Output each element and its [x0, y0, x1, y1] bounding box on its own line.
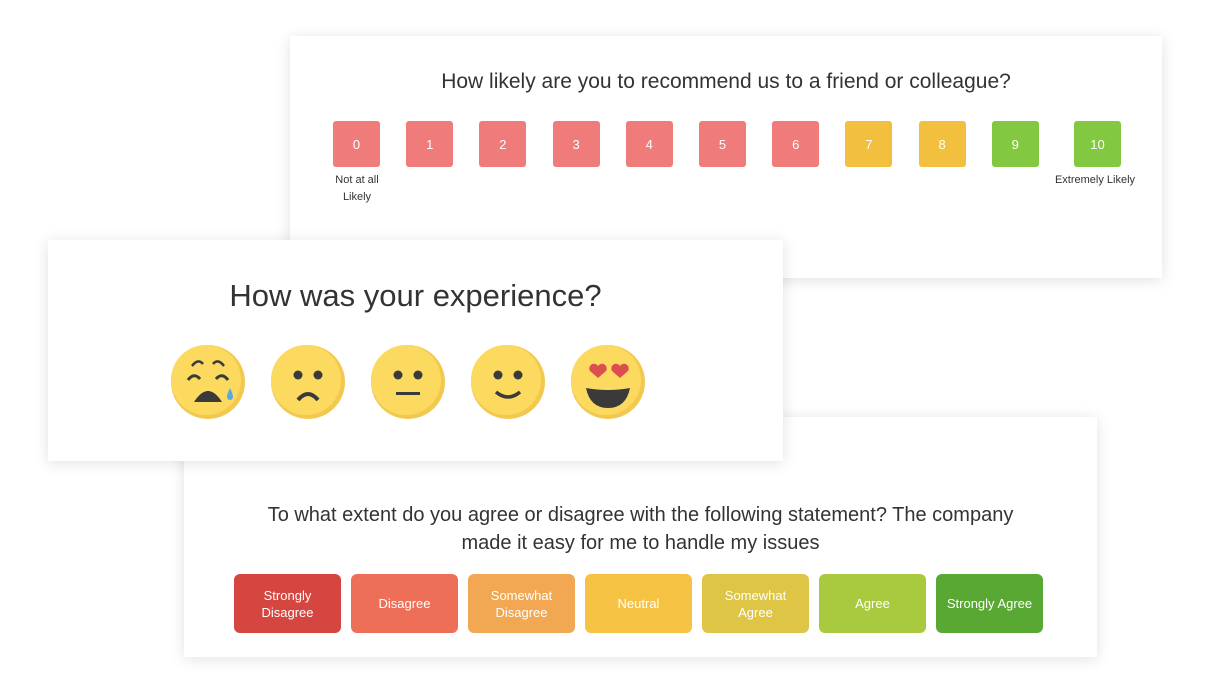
nps-option-10[interactable]: 10 [1074, 121, 1121, 167]
agreement-option-disagree[interactable]: Disagree [351, 574, 458, 633]
experience-question: How was your experience? [229, 278, 602, 313]
nps-low-label: Not at all Likely [335, 174, 379, 203]
frowning-face-icon[interactable] [270, 344, 346, 420]
agreement-option-label: Strongly Disagree [261, 587, 314, 620]
smiling-face-icon[interactable] [470, 344, 546, 420]
agreement-option-agree[interactable]: Agree [819, 574, 926, 633]
experience-card: How was your experience? [48, 240, 783, 461]
nps-high-label: Extremely Likely [1054, 174, 1136, 186]
nps-option-7[interactable]: 7 [845, 121, 893, 167]
nps-option-1[interactable]: 1 [406, 121, 454, 167]
nps-question: How likely are you to recommend us to a … [441, 70, 1011, 93]
agreement-option-label: Disagree [378, 596, 431, 611]
agreement-question: To what extent do you agree or disagree … [267, 504, 1014, 554]
agreement-option-label: Somewhat Agree [724, 587, 787, 620]
nps-option-6[interactable]: 6 [772, 121, 820, 167]
nps-option-4[interactable]: 4 [625, 121, 673, 167]
agreement-option-label: Strongly Agree [946, 596, 1033, 611]
heart-eyes-face-icon[interactable] [570, 344, 646, 420]
agreement-option-strongly-agree[interactable]: Strongly Agree [936, 574, 1043, 633]
agreement-option-neutral[interactable]: Neutral [585, 574, 692, 633]
agreement-option-strongly-disagree[interactable]: Strongly Disagree [234, 574, 341, 633]
agreement-option-label: Agree [855, 596, 890, 611]
nps-option-5[interactable]: 5 [699, 121, 746, 167]
agreement-option-label: Somewhat Disagree [490, 587, 553, 620]
nps-option-9[interactable]: 9 [991, 121, 1039, 167]
nps-option-0[interactable]: 0 [333, 121, 380, 167]
agreement-option-label: Neutral [617, 596, 660, 611]
nps-option-2[interactable]: 2 [479, 121, 527, 167]
nps-option-8[interactable]: 8 [918, 121, 966, 167]
neutral-face-icon[interactable] [370, 344, 446, 420]
agreement-option-somewhat-agree[interactable]: Somewhat Agree [702, 574, 809, 633]
nps-option-3[interactable]: 3 [552, 121, 600, 167]
agreement-option-somewhat-disagree[interactable]: Somewhat Disagree [468, 574, 575, 633]
crying-face-icon[interactable] [170, 344, 246, 420]
